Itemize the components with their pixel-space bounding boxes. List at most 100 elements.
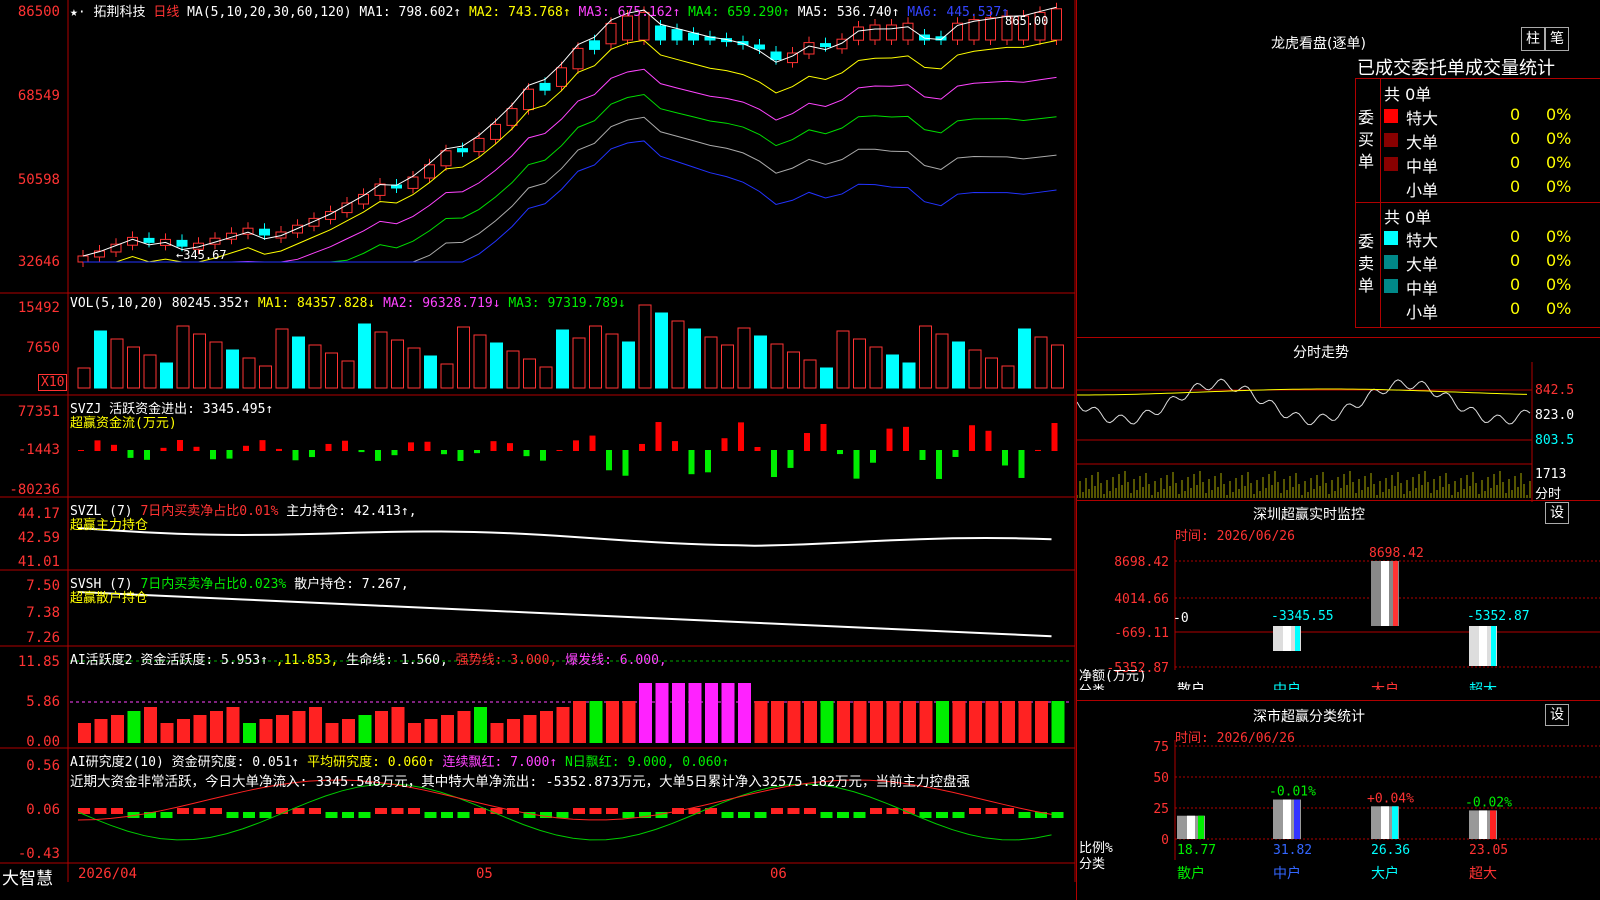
flow-bar <box>160 447 167 451</box>
svsh-hold: 散户持仓: 7.267, <box>294 577 409 592</box>
sz-category: 中户 <box>1273 681 1301 690</box>
order-row-p: 0% <box>1546 227 1572 246</box>
sell-total: 共 0单 <box>1384 208 1432 227</box>
order-color-swatch <box>1384 255 1398 269</box>
ss-bar-shine <box>1187 815 1195 839</box>
bar-mode-button[interactable]: 柱 <box>1521 27 1545 51</box>
volume-bar <box>1051 344 1064 389</box>
ss-bar-change: -0.02% <box>1465 795 1512 810</box>
ss-category: 超大 <box>1469 866 1497 882</box>
volume-bar <box>1034 336 1048 389</box>
candle <box>1051 8 1062 41</box>
flow-bar <box>589 435 596 451</box>
ma3-value: MA3: 675.162↑ <box>578 5 681 20</box>
research-bar <box>738 812 750 818</box>
sz-bar-edge <box>1393 561 1398 626</box>
activity-bar <box>804 701 817 743</box>
activity-bar <box>540 711 553 743</box>
candle <box>688 32 699 41</box>
sz-settings-button[interactable]: 设 <box>1545 502 1569 524</box>
volume-bar <box>523 358 536 389</box>
flow-bar <box>243 445 249 451</box>
candle <box>292 224 303 234</box>
ai1-b: ,11.853, <box>275 653 339 668</box>
moving-average-lines <box>82 6 1057 263</box>
volume-bar <box>110 338 124 389</box>
star-icon[interactable]: ★· <box>70 5 86 20</box>
volume-bar <box>787 351 800 389</box>
activity-bar <box>457 711 471 743</box>
flow-bar <box>985 430 992 451</box>
volume-bar <box>770 343 784 389</box>
activity-bar <box>771 701 784 743</box>
svsh-sub: 超赢散户持仓 <box>70 591 149 606</box>
activity-bar <box>556 707 570 743</box>
ai2-axis-tick: 0.56 <box>26 758 60 774</box>
fenshi-axis-tick: 1713 <box>1535 467 1567 482</box>
research-bar <box>853 812 866 818</box>
vol-label: VOL(5,10,20) <box>70 296 164 311</box>
ai1-label: AI活跃度2 <box>70 653 133 668</box>
flow-bar <box>556 449 563 451</box>
research-bar <box>94 808 107 814</box>
flow-bar <box>457 450 464 461</box>
ss-bar-change: -0.01% <box>1269 785 1316 800</box>
activity-bar <box>408 723 421 743</box>
order-row-p: 0% <box>1546 251 1572 270</box>
volume-bar <box>457 326 470 389</box>
sz-bar-shine <box>1381 561 1389 626</box>
candle <box>424 164 435 179</box>
tick-mode-button[interactable]: 笔 <box>1545 27 1569 51</box>
vol-axis-tick: 7650 <box>26 340 60 356</box>
flow-bar <box>837 450 843 455</box>
candle <box>523 88 534 111</box>
volume-bar <box>952 341 965 389</box>
activity-bar <box>688 683 702 743</box>
flow-bar <box>705 450 711 473</box>
activity-bar <box>127 711 141 743</box>
flow-bar <box>408 442 414 451</box>
flow-bar <box>441 450 447 455</box>
research-bar <box>292 808 305 814</box>
price-axis-tick: 86500 <box>17 4 60 20</box>
research-bar <box>969 808 981 814</box>
activity-bar <box>94 719 108 743</box>
candle <box>143 237 155 243</box>
research-bar <box>622 812 635 818</box>
volume-bar <box>440 363 454 389</box>
candle <box>473 137 485 153</box>
order-row-n: 0 <box>1510 299 1521 318</box>
period-label[interactable]: 日线 <box>153 5 179 20</box>
right-sidebar: 龙虎看盘(逐单) 柱 笔 已成交委托单成交量统计 委买单 委卖单 共 0单 共 … <box>1076 0 1600 900</box>
candle <box>539 82 551 91</box>
order-row-n: 0 <box>1510 275 1521 294</box>
sz-title: 深圳超赢实时监控 <box>1253 507 1365 523</box>
flow-bar <box>127 450 134 458</box>
research-bar <box>457 812 470 818</box>
volume-bar <box>688 328 701 389</box>
activity-bar <box>342 719 355 743</box>
order-row-p: 0% <box>1546 275 1572 294</box>
flow-bar <box>672 441 678 451</box>
order-color-swatch <box>1384 181 1398 195</box>
activity-bar <box>177 719 190 743</box>
volume-bar <box>902 362 916 389</box>
volume-bar <box>226 349 239 389</box>
flow-bar <box>738 422 744 451</box>
ai2-c: 连续飘红: 7.000↑ <box>442 755 558 770</box>
candle <box>457 148 468 153</box>
intraday-chart[interactable] <box>1077 362 1600 502</box>
activity-bar <box>474 707 487 743</box>
activity-bar <box>210 711 223 743</box>
svzj-axis-tick: 77351 <box>17 404 60 420</box>
activity-bar <box>870 701 883 743</box>
sell-side-label: 委卖单 <box>1358 232 1375 295</box>
flow-bar <box>375 450 381 461</box>
activity-bar <box>738 683 751 743</box>
research-bar <box>870 808 882 814</box>
activity-bar <box>820 701 834 743</box>
stock-name[interactable]: 拓荆科技 <box>93 5 145 20</box>
ai2-axis-tick: -0.43 <box>17 846 60 862</box>
ss-settings-button[interactable]: 设 <box>1545 704 1569 726</box>
volume-bar <box>341 360 355 389</box>
